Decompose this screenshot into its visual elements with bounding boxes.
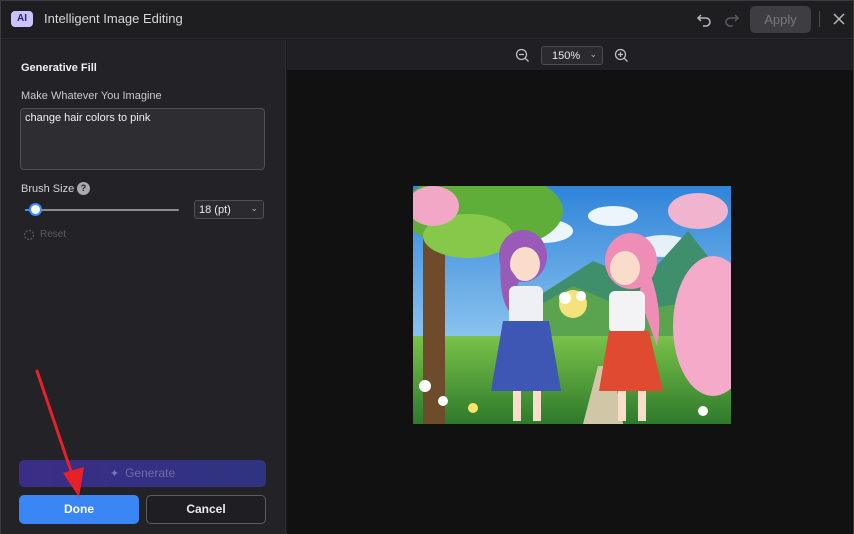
- divider: [819, 11, 820, 27]
- cancel-button[interactable]: Cancel: [146, 495, 266, 524]
- preview-image[interactable]: [413, 186, 731, 424]
- brush-size-label: Brush Size: [21, 183, 75, 195]
- close-icon[interactable]: [830, 10, 848, 28]
- chevron-down-icon: ⌄: [250, 203, 258, 213]
- zoom-toolbar: 150% ⌄: [287, 40, 853, 71]
- brush-size-dropdown[interactable]: 18 (pt) ⌄: [194, 200, 264, 219]
- generate-button[interactable]: ✦ Generate: [19, 460, 266, 487]
- zoom-dropdown[interactable]: 150% ⌄: [541, 46, 603, 65]
- undo-icon[interactable]: [695, 10, 713, 28]
- image-canvas[interactable]: [287, 71, 853, 534]
- prompt-textarea[interactable]: change hair colors to pink: [20, 108, 265, 170]
- apply-button[interactable]: Apply: [750, 6, 811, 33]
- title-bar: AI Intelligent Image Editing Apply: [1, 1, 853, 39]
- window-title: Intelligent Image Editing: [44, 11, 183, 26]
- app-logo: AI: [11, 11, 33, 27]
- settings-panel: Generative Fill Make Whatever You Imagin…: [1, 40, 286, 534]
- zoom-out-icon[interactable]: [515, 48, 530, 63]
- generate-label: Generate: [125, 466, 176, 480]
- sparkle-icon: ✦: [109, 468, 120, 480]
- redo-icon[interactable]: [723, 10, 741, 28]
- reset-icon: [23, 229, 35, 241]
- slider-handle[interactable]: [29, 203, 43, 216]
- prompt-text: change hair colors to pink: [25, 112, 151, 124]
- section-title: Generative Fill: [21, 62, 97, 74]
- done-button[interactable]: Done: [19, 495, 139, 524]
- help-icon[interactable]: ?: [77, 182, 90, 195]
- reset-label: Reset: [40, 229, 67, 240]
- chevron-down-icon: ⌄: [589, 49, 597, 59]
- zoom-in-icon[interactable]: [614, 48, 629, 63]
- prompt-label: Make Whatever You Imagine: [21, 90, 162, 102]
- zoom-value: 150%: [552, 50, 581, 62]
- anime-illustration: [413, 186, 731, 424]
- brush-size-value: 18 (pt): [199, 204, 231, 216]
- app-window: AI Intelligent Image Editing Apply Gener…: [0, 0, 854, 534]
- brush-size-slider[interactable]: [25, 209, 179, 211]
